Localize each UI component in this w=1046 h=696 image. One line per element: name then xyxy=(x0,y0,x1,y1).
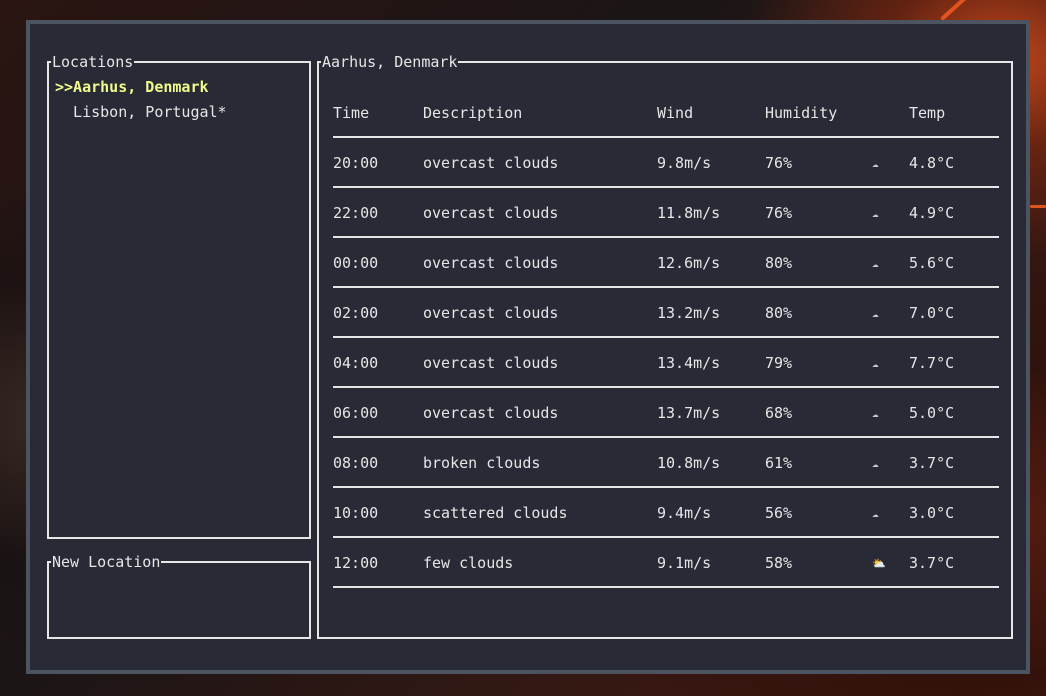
temp-cell: 4.9°C xyxy=(909,204,955,222)
row-separator xyxy=(333,486,999,488)
description-cell: overcast clouds xyxy=(423,354,559,372)
cloud-icon: ☁ xyxy=(872,507,879,520)
humidity-cell: 80% xyxy=(765,254,793,272)
cloud-icon: ☁ xyxy=(872,357,879,370)
time-cell: 00:00 xyxy=(333,254,379,272)
cloud-icon: ☁ xyxy=(872,407,879,420)
description-cell: overcast clouds xyxy=(423,404,559,422)
wind-cell: 10.8m/s xyxy=(657,454,721,472)
new-location-panel[interactable]: New Location xyxy=(47,552,311,639)
time-cell: 20:00 xyxy=(333,154,379,172)
humidity-cell: 68% xyxy=(765,404,793,422)
description-cell: overcast clouds xyxy=(423,254,559,272)
wind-cell: 13.7m/s xyxy=(657,404,721,422)
row-separator xyxy=(333,336,999,338)
time-cell: 02:00 xyxy=(333,304,379,322)
temp-cell: 4.8°C xyxy=(909,154,955,172)
humidity-cell: 56% xyxy=(765,504,793,522)
cloud-icon: ☁ xyxy=(872,157,879,170)
header-humidity: Humidity xyxy=(765,104,838,122)
forecast-panel-title: Aarhus, Denmark xyxy=(321,52,459,72)
row-separator xyxy=(333,186,999,188)
wind-cell: 11.8m/s xyxy=(657,204,721,222)
humidity-cell: 76% xyxy=(765,204,793,222)
row-separator xyxy=(333,436,999,438)
terminal-window: Locations >>Aarhus, Denmark Lisbon, Port… xyxy=(26,20,1030,674)
table-separator xyxy=(333,136,999,138)
header-temp: Temp xyxy=(909,104,946,122)
row-separator xyxy=(333,536,999,538)
locations-panel-title: Locations xyxy=(51,52,135,72)
sun-behind-cloud-icon: ⛅ xyxy=(872,557,886,570)
time-cell: 04:00 xyxy=(333,354,379,372)
description-cell: broken clouds xyxy=(423,454,541,472)
cloud-icon: ☁ xyxy=(872,257,879,270)
cloud-icon: ☁ xyxy=(872,307,879,320)
humidity-cell: 80% xyxy=(765,304,793,322)
header-description: Description xyxy=(423,104,523,122)
time-cell: 08:00 xyxy=(333,454,379,472)
wind-cell: 12.6m/s xyxy=(657,254,721,272)
description-cell: overcast clouds xyxy=(423,304,559,322)
wind-cell: 13.4m/s xyxy=(657,354,721,372)
description-cell: overcast clouds xyxy=(423,154,559,172)
new-location-input[interactable] xyxy=(55,577,295,597)
row-separator xyxy=(333,236,999,238)
description-cell: scattered clouds xyxy=(423,504,568,522)
temp-cell: 3.7°C xyxy=(909,554,955,572)
wallpaper-streak xyxy=(1030,205,1046,208)
locations-panel: Locations >>Aarhus, Denmark Lisbon, Port… xyxy=(47,52,311,539)
humidity-cell: 58% xyxy=(765,554,793,572)
location-item[interactable]: Lisbon, Portugal* xyxy=(55,102,227,122)
temp-cell: 5.6°C xyxy=(909,254,955,272)
weather-tui: Locations >>Aarhus, Denmark Lisbon, Port… xyxy=(30,24,1026,670)
time-cell: 10:00 xyxy=(333,504,379,522)
wallpaper-streak xyxy=(940,0,1010,21)
wind-cell: 9.8m/s xyxy=(657,154,712,172)
wind-cell: 9.4m/s xyxy=(657,504,712,522)
header-time: Time xyxy=(333,104,370,122)
header-wind: Wind xyxy=(657,104,694,122)
cloud-icon: ☁ xyxy=(872,207,879,220)
temp-cell: 7.7°C xyxy=(909,354,955,372)
row-separator xyxy=(333,586,999,588)
humidity-cell: 61% xyxy=(765,454,793,472)
wind-cell: 13.2m/s xyxy=(657,304,721,322)
new-location-panel-title: New Location xyxy=(51,552,162,572)
cloud-icon: ☁ xyxy=(872,457,879,470)
temp-cell: 3.0°C xyxy=(909,504,955,522)
wind-cell: 9.1m/s xyxy=(657,554,712,572)
forecast-panel: Aarhus, Denmark Time Description Wind Hu… xyxy=(317,52,1013,639)
row-separator xyxy=(333,386,999,388)
humidity-cell: 76% xyxy=(765,154,793,172)
temp-cell: 5.0°C xyxy=(909,404,955,422)
time-cell: 06:00 xyxy=(333,404,379,422)
temp-cell: 7.0°C xyxy=(909,304,955,322)
humidity-cell: 79% xyxy=(765,354,793,372)
temp-cell: 3.7°C xyxy=(909,454,955,472)
location-item[interactable]: >>Aarhus, Denmark xyxy=(55,77,209,97)
time-cell: 22:00 xyxy=(333,204,379,222)
description-cell: overcast clouds xyxy=(423,204,559,222)
description-cell: few clouds xyxy=(423,554,514,572)
row-separator xyxy=(333,286,999,288)
time-cell: 12:00 xyxy=(333,554,379,572)
